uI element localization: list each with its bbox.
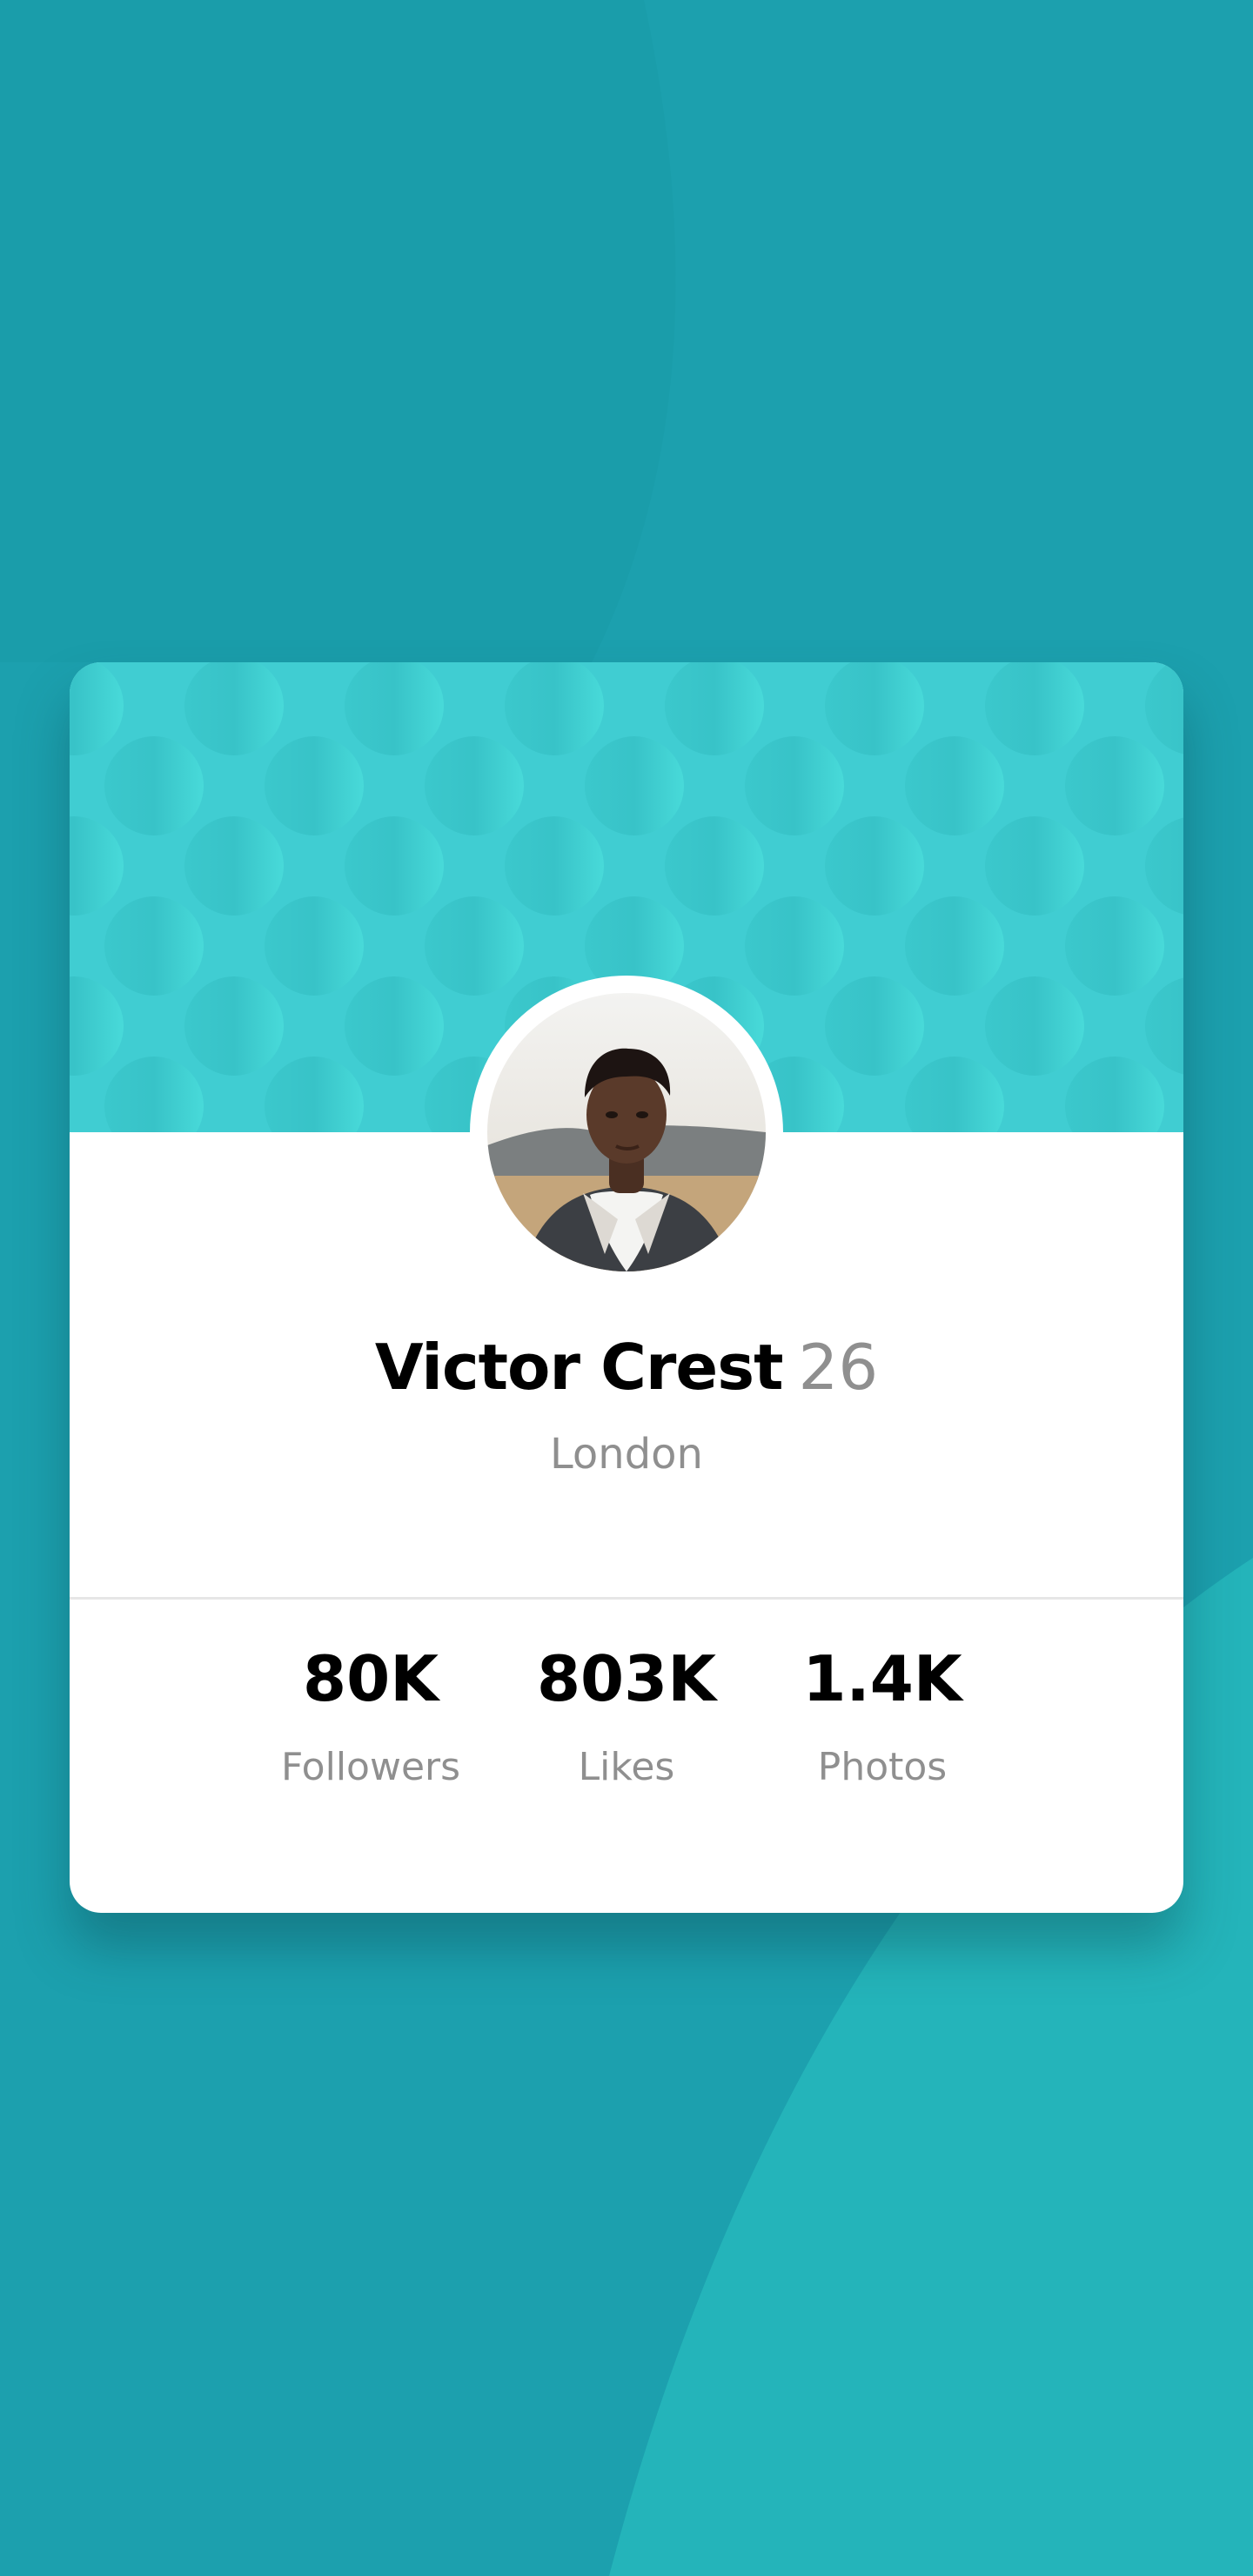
pattern-circle <box>665 816 764 916</box>
pattern-circle <box>184 976 284 1076</box>
pattern-circle <box>585 736 684 835</box>
pattern-circle <box>505 816 604 916</box>
pattern-circle <box>745 896 844 996</box>
pattern-circle <box>1065 896 1164 996</box>
pattern-circle <box>425 896 524 996</box>
pattern-circle <box>345 976 444 1076</box>
profile-location: London <box>550 1430 703 1479</box>
pattern-circle <box>184 816 284 916</box>
pattern-circle <box>825 816 924 916</box>
avatar-frame <box>470 976 783 1289</box>
avatar[interactable] <box>487 993 766 1271</box>
pattern-circle <box>1065 736 1164 835</box>
pattern-circle <box>745 736 844 835</box>
pattern-circle <box>425 736 524 835</box>
profile-name: Victor Crest <box>374 1331 784 1404</box>
pattern-circle <box>905 736 1004 835</box>
stat-label: Photos <box>817 1745 948 1789</box>
profile-card: Victor Crest 26 London 80K Followers 803K… <box>70 662 1183 1913</box>
profile-age: 26 <box>798 1331 879 1404</box>
pattern-circle <box>905 896 1004 996</box>
pattern-circle <box>985 816 1084 916</box>
stats-row: 80K Followers 803K Likes 1.4K Photos <box>70 1598 1183 1913</box>
pattern-circle <box>104 896 204 996</box>
stat-value: 1.4K <box>802 1642 962 1715</box>
pattern-circle <box>985 976 1084 1076</box>
pattern-circle <box>104 736 204 835</box>
pattern-circle <box>345 816 444 916</box>
profile-name-line: Victor Crest 26 <box>70 1328 1183 1406</box>
pattern-circle <box>265 736 364 835</box>
pattern-circle <box>825 976 924 1076</box>
pattern-circle <box>265 896 364 996</box>
